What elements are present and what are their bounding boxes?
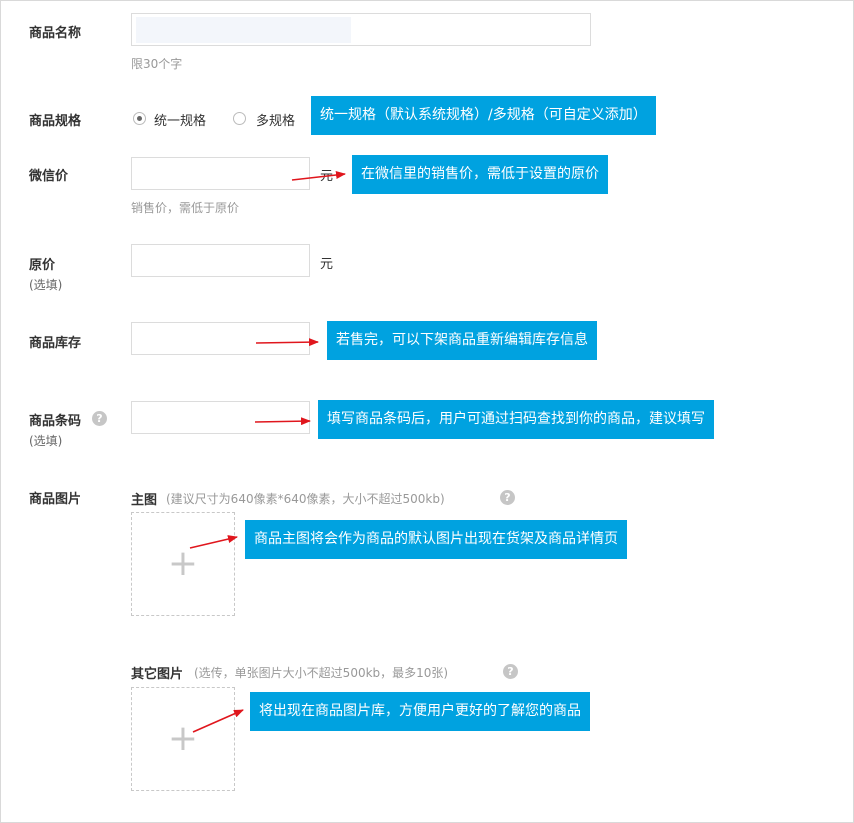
arrow-wechat-price xyxy=(291,171,346,181)
arrow-main-image xyxy=(189,535,238,549)
arrow-other-images xyxy=(192,709,244,733)
arrow-barcode xyxy=(254,417,311,426)
arrow-stock xyxy=(255,338,319,347)
annotation-arrows xyxy=(189,171,346,733)
